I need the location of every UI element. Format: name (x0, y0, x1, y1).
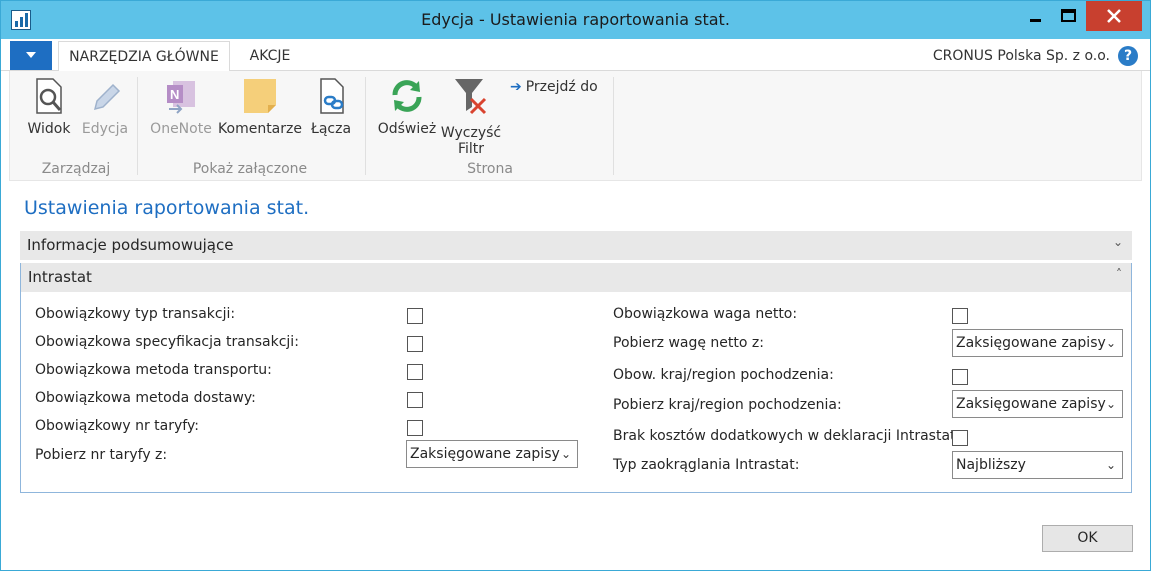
tab-actions[interactable]: AKCJE (237, 41, 303, 72)
checkbox-mandatory-tariff-no[interactable] (407, 420, 423, 436)
company-name: CRONUS Polska Sp. z o.o. (932, 48, 1110, 64)
clear-filter-icon (451, 75, 491, 117)
minimize-icon (1030, 19, 1041, 22)
chevron-down-icon: ⌄ (560, 447, 571, 461)
onenote-button[interactable]: N OneNote (148, 75, 214, 137)
minimize-button[interactable] (1019, 1, 1052, 31)
checkbox-mandatory-transaction-type[interactable] (407, 308, 423, 324)
page-title: Ustawienia raportowania stat. (24, 197, 310, 219)
ribbon-tab-row: NARZĘDZIA GŁÓWNE AKCJE CRONUS Polska Sp.… (1, 39, 1150, 72)
ribbon-separator (613, 77, 614, 175)
app-menu-button[interactable] (10, 41, 52, 70)
title-bar: Edycja - Ustawienia raportowania stat. (1, 1, 1150, 39)
onenote-label: OneNote (150, 121, 212, 137)
checkbox-mandatory-transaction-spec[interactable] (407, 336, 423, 352)
chevron-down-icon: ⌄ (1105, 458, 1116, 472)
help-icon[interactable]: ? (1118, 46, 1138, 66)
tariff-no-source-select[interactable]: Zaksięgowane zapisy ⌄ (406, 440, 578, 468)
close-button[interactable] (1086, 1, 1142, 31)
tab-home[interactable]: NARZĘDZIA GŁÓWNE (58, 41, 230, 72)
select-value: Zaksięgowane zapisy (956, 335, 1106, 351)
window: Edycja - Ustawienia raportowania stat. N… (0, 0, 1151, 571)
field-label: Brak kosztów dodatkowych w deklaracji In… (613, 428, 961, 444)
field-label: Obowiązkowy nr taryfy: (35, 418, 199, 434)
chevron-down-icon: ⌄ (1105, 336, 1116, 350)
view-label: Widok (27, 121, 71, 137)
ribbon-separator (137, 77, 138, 175)
chevron-down-icon: ⌄ (1105, 397, 1116, 411)
field-label: Obow. kraj/region pochodzenia: (613, 367, 834, 383)
rounding-type-select[interactable]: Najbliższy ⌄ (952, 451, 1123, 479)
edit-label: Edycja (81, 121, 129, 137)
field-label: Obowiązkowa metoda dostawy: (35, 390, 256, 406)
checkbox-mandatory-shipment-method[interactable] (407, 392, 423, 408)
goto-label: Przejdź do (525, 79, 598, 95)
group-label-attachments: Pokaż załączone (192, 161, 308, 177)
fasttab-summary-header[interactable]: Informacje podsumowujące ⌄ (20, 231, 1132, 260)
ribbon: Widok Edycja Zarządzaj N OneNote Komenta… (9, 71, 1142, 181)
edit-button[interactable]: Edycja (80, 75, 130, 137)
links-label: Łącza (310, 121, 352, 137)
maximize-button[interactable] (1052, 1, 1085, 31)
window-title: Edycja - Ustawienia raportowania stat. (421, 10, 730, 29)
fasttab-intrastat-label: Intrastat (28, 268, 92, 286)
select-value: Zaksięgowane zapisy (410, 446, 560, 462)
links-icon (311, 75, 351, 117)
chevron-down-icon: ⌄ (1112, 235, 1123, 249)
checkbox-mandatory-country-origin[interactable] (952, 369, 968, 385)
dropdown-arrow-icon (26, 52, 36, 58)
fasttab-summary-label: Informacje podsumowujące (27, 236, 234, 254)
group-label-manage: Zarządzaj (41, 161, 111, 177)
close-icon (1107, 9, 1121, 23)
svg-text:N: N (170, 87, 179, 102)
view-button[interactable]: Widok (24, 75, 74, 137)
ribbon-separator (365, 77, 366, 175)
links-button[interactable]: Łącza (306, 75, 356, 137)
clear-filter-button[interactable]: Wyczyść Filtr (438, 75, 504, 157)
field-label: Pobierz wagę netto z: (613, 335, 764, 351)
country-origin-source-select[interactable]: Zaksięgowane zapisy ⌄ (952, 390, 1123, 418)
comments-button[interactable]: Komentarze (218, 75, 302, 137)
refresh-icon (387, 75, 427, 117)
comments-label: Komentarze (218, 121, 302, 137)
checkbox-mandatory-net-weight[interactable] (952, 308, 968, 324)
clear-filter-label-line2: Filtr (457, 141, 485, 157)
select-value: Zaksięgowane zapisy (956, 396, 1106, 412)
field-label: Obowiązkowa metoda transportu: (35, 362, 272, 378)
select-value: Najbliższy (956, 457, 1026, 473)
field-label: Obowiązkowa waga netto: (613, 306, 798, 322)
view-icon (29, 75, 69, 117)
field-label: Obowiązkowy typ transakcji: (35, 306, 236, 322)
maximize-icon (1061, 9, 1076, 22)
group-label-page: Strona (467, 161, 513, 177)
chevron-up-icon: ˄ (1116, 267, 1122, 281)
edit-pencil-icon (85, 75, 125, 117)
field-label: Typ zaokrąglania Intrastat: (613, 457, 800, 473)
field-label: Pobierz kraj/region pochodzenia: (613, 397, 842, 413)
fasttab-intrastat-header[interactable]: Intrastat ˄ (21, 263, 1131, 292)
goto-button[interactable]: ➔ Przejdź do (510, 79, 598, 95)
checkbox-mandatory-transport-method[interactable] (407, 364, 423, 380)
comments-note-icon (240, 75, 280, 117)
net-weight-source-select[interactable]: Zaksięgowane zapisy ⌄ (952, 329, 1123, 357)
ok-button[interactable]: OK (1042, 525, 1133, 552)
field-label: Pobierz nr taryfy z: (35, 447, 168, 463)
arrow-right-icon: ➔ (510, 79, 522, 95)
onenote-icon: N (161, 75, 201, 117)
field-label: Obowiązkowa specyfikacja transakcji: (35, 334, 299, 350)
refresh-label: Odśwież (377, 121, 437, 137)
checkbox-no-item-charges[interactable] (952, 430, 968, 446)
refresh-button[interactable]: Odśwież (376, 75, 438, 137)
clear-filter-label-line1: Wyczyść (440, 125, 502, 141)
